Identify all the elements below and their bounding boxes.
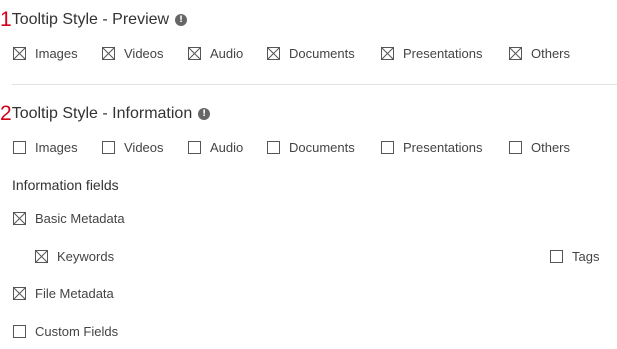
- checkbox-label: Presentations: [403, 139, 483, 155]
- information-section-number: 2: [0, 102, 12, 125]
- checkbox-icon: [13, 211, 26, 225]
- checkbox-icon: [188, 140, 201, 154]
- checkbox-label: Videos: [124, 45, 164, 61]
- checkbox-label: Documents: [289, 45, 355, 61]
- checkbox-label: Images: [35, 139, 78, 155]
- section-divider: [12, 84, 617, 85]
- checkbox-label: Keywords: [57, 248, 115, 264]
- tags-checkbox[interactable]: Tags: [550, 247, 599, 265]
- info-icon[interactable]: !: [175, 14, 188, 26]
- preview-section-number: 1: [0, 8, 12, 31]
- information-checkbox-presentations[interactable]: Presentations: [381, 138, 483, 156]
- checkbox-icon: [509, 46, 522, 60]
- information-checkbox-images[interactable]: Images: [13, 138, 78, 156]
- checkbox-label: Basic Metadata: [35, 210, 125, 226]
- checkbox-label: Videos: [124, 139, 164, 155]
- custom-fields-checkbox[interactable]: Custom Fields: [13, 322, 118, 340]
- preview-checkbox-documents[interactable]: Documents: [267, 44, 355, 62]
- checkbox-label: Audio: [210, 139, 244, 155]
- checkbox-icon: [13, 46, 26, 60]
- information-section-heading: Tooltip Style - Information: [11, 105, 193, 122]
- checkbox-icon: [13, 286, 26, 300]
- checkbox-icon: [102, 46, 115, 60]
- checkbox-icon: [381, 46, 394, 60]
- checkbox-icon: [267, 140, 280, 154]
- checkbox-label: Documents: [289, 139, 355, 155]
- checkbox-icon: [102, 140, 115, 154]
- checkbox-icon: [381, 140, 394, 154]
- preview-checkbox-videos[interactable]: Videos: [102, 44, 164, 62]
- information-fields-heading: Information fields: [12, 177, 119, 193]
- preview-checkbox-images[interactable]: Images: [13, 44, 78, 62]
- information-checkbox-audio[interactable]: Audio: [188, 138, 243, 156]
- checkbox-icon: [13, 140, 26, 154]
- checkbox-label: Tags: [572, 248, 600, 264]
- preview-checkbox-presentations[interactable]: Presentations: [381, 44, 483, 62]
- checkbox-icon: [509, 140, 522, 154]
- info-icon[interactable]: !: [198, 108, 211, 120]
- checkbox-label: File Metadata: [35, 285, 114, 301]
- checkbox-label: Custom Fields: [35, 323, 119, 339]
- checkbox-label: Audio: [210, 45, 244, 61]
- basic-metadata-checkbox[interactable]: Basic Metadata: [13, 209, 125, 227]
- information-checkbox-documents[interactable]: Documents: [267, 138, 355, 156]
- checkbox-label: Others: [531, 45, 571, 61]
- checkbox-label: Images: [35, 45, 78, 61]
- checkbox-label: Others: [531, 139, 571, 155]
- preview-checkbox-audio[interactable]: Audio: [188, 44, 243, 62]
- checkbox-label: Presentations: [403, 45, 483, 61]
- file-metadata-checkbox[interactable]: File Metadata: [13, 284, 114, 302]
- preview-checkbox-others[interactable]: Others: [509, 44, 570, 62]
- information-section-title: 2 Tooltip Style - Information !: [0, 101, 211, 127]
- information-checkbox-videos[interactable]: Videos: [102, 138, 164, 156]
- checkbox-icon: [35, 249, 48, 263]
- checkbox-icon: [188, 46, 201, 60]
- checkbox-icon: [267, 46, 280, 60]
- information-checkbox-others[interactable]: Others: [509, 138, 570, 156]
- preview-section-title: 1 Tooltip Style - Preview !: [0, 7, 188, 33]
- checkbox-icon: [550, 249, 563, 263]
- preview-section-heading: Tooltip Style - Preview: [11, 11, 170, 28]
- keywords-checkbox[interactable]: Keywords: [35, 247, 114, 265]
- checkbox-icon: [13, 324, 26, 338]
